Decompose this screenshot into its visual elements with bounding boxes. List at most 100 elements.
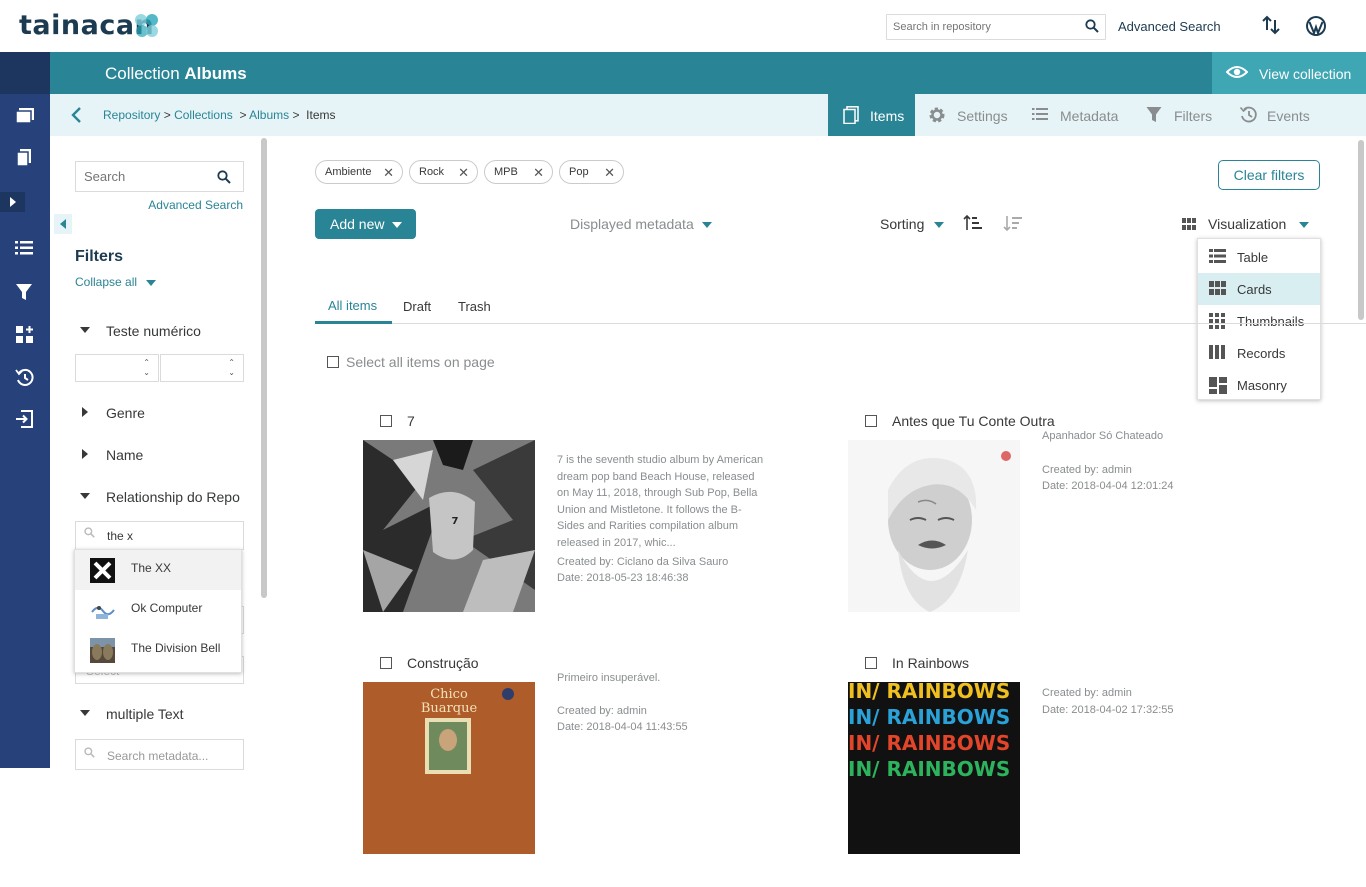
item-date: Date: 2018-04-04 11:43:55 [557, 721, 688, 733]
activities-nav-icon[interactable] [15, 368, 35, 388]
filters-scrollbar[interactable] [261, 138, 267, 598]
search-icon[interactable] [1085, 19, 1099, 33]
tab-settings[interactable]: Settings [928, 94, 1028, 136]
close-icon[interactable]: ✕ [604, 165, 615, 181]
main-scrollbar[interactable] [1358, 140, 1364, 320]
stepper-icon[interactable]: ⌃ ⌄ [143, 358, 150, 378]
search-icon[interactable] [217, 170, 231, 184]
expand-nav-button[interactable] [0, 192, 25, 212]
item-card[interactable]: In Rainbows IN/ RAINBOWS IN/ RAINBOWS IN… [848, 652, 1288, 887]
item-thumbnail[interactable]: IN/ RAINBOWS IN/ RAINBOWS IN/ RAINBOWS I… [848, 682, 1020, 854]
collapse-filters-button[interactable] [54, 214, 72, 234]
item-thumbnail[interactable]: Chico Buarque [363, 682, 535, 854]
items-icon [843, 106, 859, 124]
number-from-input[interactable]: ⌃ ⌄ [75, 354, 159, 382]
repository-search-input[interactable] [887, 15, 1072, 39]
collections-icon[interactable] [15, 106, 35, 126]
metadata-nav-icon[interactable] [15, 240, 35, 260]
album-cover-number: 7 [452, 516, 459, 527]
status-tab-draft[interactable]: Draft [403, 299, 431, 314]
breadcrumb-bar: Repository > Collections > Albums > Item… [50, 94, 1366, 136]
status-tab-trash[interactable]: Trash [458, 299, 491, 314]
displayed-metadata-dropdown[interactable]: Displayed metadata [570, 216, 712, 232]
relationship-search-input[interactable] [75, 521, 244, 550]
item-checkbox[interactable] [380, 657, 392, 669]
item-title[interactable]: 7 [407, 413, 415, 429]
view-option-masonry[interactable]: Masonry [1198, 369, 1320, 401]
view-option-thumbnails[interactable]: Thumbnails [1198, 305, 1320, 337]
gear-icon [928, 106, 946, 124]
division-bell-thumbnail [90, 638, 115, 663]
clear-filters-button[interactable]: Clear filters [1218, 160, 1320, 190]
importers-nav-icon[interactable] [15, 410, 35, 430]
multiple-text-search[interactable]: Search metadata... [75, 739, 244, 770]
stepper-icon[interactable]: ⌃ ⌄ [228, 358, 235, 378]
filters-nav-icon[interactable] [15, 283, 35, 303]
autocomplete-item-ok-computer[interactable]: Ok Computer [75, 590, 241, 630]
filter-chip-mpb: MPB ✕ [484, 160, 553, 184]
close-icon[interactable]: ✕ [533, 165, 544, 181]
repository-search[interactable] [886, 14, 1106, 40]
album-cover-text: IN/ RAINBOWS [848, 705, 1010, 729]
item-card[interactable]: 7 7 7 is the seventh studio album by Ame… [363, 410, 803, 645]
tab-events[interactable]: Events [1240, 94, 1330, 136]
filters-search-input[interactable] [76, 162, 206, 191]
item-thumbnail[interactable]: 7 [363, 440, 535, 612]
back-arrow-icon[interactable] [70, 107, 82, 123]
item-checkbox[interactable] [865, 657, 877, 669]
cards-view-icon [1182, 218, 1196, 230]
item-card[interactable]: Antes que Tu Conte Outra Apanhador Só Ch… [848, 410, 1288, 645]
breadcrumb-albums[interactable]: Albums [249, 108, 289, 122]
the-xx-thumbnail [90, 558, 115, 583]
view-option-cards[interactable]: Cards [1198, 273, 1320, 305]
chevron-down-icon [702, 222, 712, 228]
items-nav-icon[interactable] [15, 148, 35, 168]
taxonomies-nav-icon[interactable] [15, 325, 35, 345]
tab-filters[interactable]: Filters [1146, 94, 1226, 136]
item-checkbox[interactable] [865, 415, 877, 427]
status-tab-all-items[interactable]: All items [328, 298, 377, 313]
number-to-input[interactable]: ⌃ ⌄ [160, 354, 244, 382]
item-title[interactable]: Construção [407, 655, 479, 671]
chevron-down-icon [146, 280, 156, 286]
item-thumbnail[interactable] [848, 440, 1020, 612]
swap-arrows-icon[interactable] [1262, 15, 1280, 35]
close-icon[interactable]: ✕ [458, 165, 469, 181]
autocomplete-item-division-bell[interactable]: The Division Bell [75, 630, 241, 670]
filters-advanced-search-link[interactable]: Advanced Search [148, 198, 243, 212]
item-card[interactable]: Construção Chico Buarque Primeiro insupe… [363, 652, 803, 887]
advanced-search-link[interactable]: Advanced Search [1118, 19, 1221, 34]
item-checkbox[interactable] [380, 415, 392, 427]
filters-search[interactable] [75, 161, 244, 192]
collapse-all-button[interactable]: Collapse all [75, 275, 156, 289]
search-icon [84, 747, 95, 758]
view-collection-button[interactable]: View collection [1212, 52, 1366, 94]
close-icon[interactable]: ✕ [383, 165, 394, 181]
sort-descending-icon[interactable] [1003, 214, 1023, 232]
filter-chip-rock: Rock ✕ [409, 160, 478, 184]
view-option-records[interactable]: Records [1198, 337, 1320, 369]
album-cover-text: Buarque [421, 701, 478, 716]
item-date: Date: 2018-04-04 12:01:24 [1042, 480, 1174, 492]
sort-ascending-icon[interactable] [963, 214, 983, 232]
wordpress-icon[interactable] [1305, 15, 1327, 37]
eye-icon [1226, 64, 1248, 80]
item-title[interactable]: Antes que Tu Conte Outra [892, 413, 1055, 429]
autocomplete-item-the-xx[interactable]: The XX [75, 550, 241, 590]
caret-down-icon [80, 710, 90, 716]
item-description: Primeiro insuperável. [557, 672, 661, 684]
item-title[interactable]: In Rainbows [892, 655, 969, 671]
view-option-table[interactable]: Table [1198, 241, 1320, 273]
sorting-dropdown[interactable]: Sorting [880, 216, 944, 232]
item-created-by: Created by: Ciclano da Silva Sauro [557, 556, 729, 568]
checkbox[interactable] [327, 356, 339, 368]
album-cover-text: Chico [430, 687, 468, 702]
item-created-by: Created by: admin [1042, 464, 1132, 476]
filters-title: Filters [75, 248, 124, 265]
relationship-query[interactable] [76, 522, 206, 549]
breadcrumb-collections[interactable]: Collections [174, 108, 233, 122]
tab-items[interactable]: Items [828, 94, 915, 136]
add-new-button[interactable]: Add new [315, 209, 416, 239]
tab-metadata[interactable]: Metadata [1032, 94, 1132, 136]
breadcrumb-repository[interactable]: Repository [103, 108, 160, 122]
